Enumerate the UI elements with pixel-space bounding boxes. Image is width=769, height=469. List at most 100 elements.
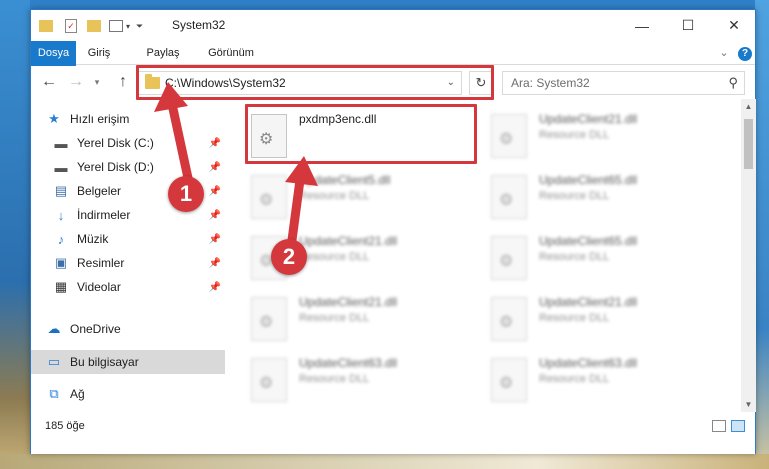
pin-icon[interactable]: 📌 (209, 282, 221, 293)
close-button[interactable]: ✕ (711, 10, 757, 41)
pictures-icon: ▣ (54, 255, 68, 270)
details-view-icon[interactable] (712, 420, 726, 432)
file-item[interactable]: UpdateClient21.dll Resource DLL (491, 293, 721, 351)
computer-icon: ▭ (47, 354, 61, 369)
file-item[interactable]: UpdateClient63.dll Resource DLL (251, 354, 481, 412)
scroll-down-icon[interactable]: ▼ (741, 397, 756, 412)
file-highlight-box (245, 104, 477, 164)
title-bar: ✓ ▾ ⏷ System32 — ☐ ✕ (31, 10, 755, 41)
pin-icon[interactable]: 📌 (209, 162, 221, 173)
tab-share[interactable]: Paylaş (140, 41, 186, 65)
dll-file-icon (491, 114, 527, 158)
scroll-up-icon[interactable]: ▲ (741, 99, 756, 114)
file-item[interactable]: UpdateClient5.dll Resource DLL (251, 171, 481, 229)
file-type: Resource DLL (539, 373, 610, 385)
file-item[interactable]: UpdateClient65.dll Resource DLL (491, 171, 721, 229)
tab-view[interactable]: Görünüm (201, 41, 261, 65)
nav-label: Ağ (70, 387, 85, 401)
vertical-scrollbar[interactable]: ▲ ▼ (741, 99, 756, 412)
file-type: Resource DLL (539, 129, 610, 141)
pin-icon[interactable]: 📌 (209, 186, 221, 197)
properties-icon[interactable]: ✓ (65, 19, 77, 33)
file-name: UpdateClient63.dll (539, 356, 638, 370)
nav-item-local-disk-d[interactable]: ▬ Yerel Disk (D:) 📌 (31, 155, 225, 179)
drive-icon: ▬ (54, 135, 68, 151)
cloud-icon: ☁ (47, 321, 61, 336)
folder-icon (39, 20, 53, 32)
back-arrow-icon[interactable]: ← (41, 74, 57, 90)
network-icon: ⧉ (49, 386, 59, 401)
file-name: UpdateClient21.dll (299, 295, 398, 309)
tab-home[interactable]: Giriş (79, 41, 119, 65)
ribbon-tabs: Dosya Giriş Paylaş Görünüm ⌄ ? (31, 41, 755, 99)
chevron-down-icon[interactable]: ▾ (126, 22, 130, 31)
nav-label: Belgeler (77, 184, 122, 198)
nav-label: OneDrive (70, 322, 121, 336)
nav-label: Bu bilgisayar (70, 355, 139, 369)
music-icon: ♪ (57, 231, 65, 247)
up-arrow-icon[interactable]: ↑ (115, 74, 131, 90)
dll-file-icon (491, 297, 527, 341)
downloads-icon: ↓ (57, 207, 65, 223)
file-item[interactable]: UpdateClient65.dll Resource DLL (491, 232, 721, 290)
pin-icon[interactable]: 📌 (209, 234, 221, 245)
desktop-background-right (755, 0, 769, 469)
pin-icon[interactable]: 📌 (209, 210, 221, 221)
help-icon-glyph: ? (738, 47, 752, 61)
nav-item-local-disk-c[interactable]: ▬ Yerel Disk (C:) 📌 (31, 131, 225, 155)
nav-label: Hızlı erişim (70, 112, 130, 126)
help-icon[interactable]: ? (737, 41, 753, 65)
view-options-icon[interactable] (109, 20, 123, 32)
new-folder-icon[interactable] (87, 20, 101, 32)
window-title: System32 (172, 18, 226, 32)
step-marker-2: 2 (271, 239, 307, 275)
star-icon: ★ (48, 111, 60, 126)
minimize-button[interactable]: — (619, 10, 665, 41)
dll-file-icon (491, 358, 527, 402)
file-name: UpdateClient21.dll (299, 234, 398, 248)
dll-file-icon (491, 236, 527, 280)
quick-access-toolbar: ✓ ▾ ⏷ (39, 17, 143, 35)
address-highlight-box (136, 65, 494, 100)
recent-locations-icon[interactable]: ▾ (89, 74, 105, 90)
nav-quick-access[interactable]: ★ Hızlı erişim (31, 107, 225, 131)
nav-label: Yerel Disk (D:) (77, 160, 154, 174)
nav-label: Videolar (77, 280, 121, 294)
desktop-background-bottom (0, 454, 769, 469)
file-name: UpdateClient21.dll (539, 295, 638, 309)
nav-item-music[interactable]: ♪ Müzik 📌 (31, 227, 225, 251)
file-type: Resource DLL (539, 190, 610, 202)
nav-onedrive[interactable]: ☁ OneDrive (31, 317, 225, 341)
large-icons-view-icon[interactable] (731, 420, 745, 432)
file-name: UpdateClient63.dll (299, 356, 398, 370)
documents-icon: ▤ (54, 183, 68, 198)
nav-item-videos[interactable]: ▦ Videolar 📌 (31, 275, 225, 299)
nav-label: Yerel Disk (C:) (77, 136, 154, 150)
pin-icon[interactable]: 📌 (209, 258, 221, 269)
forward-arrow-icon[interactable]: → (68, 74, 84, 90)
nav-item-pictures[interactable]: ▣ Resimler 📌 (31, 251, 225, 275)
file-item[interactable]: UpdateClient21.dll Resource DLL (491, 110, 721, 168)
search-input[interactable]: Ara: System32 ⚲ (502, 71, 745, 95)
maximize-button[interactable]: ☐ (665, 10, 711, 41)
nav-network[interactable]: ⧉ Ağ (31, 382, 225, 406)
nav-label: İndirmeler (77, 208, 131, 222)
file-type: Resource DLL (539, 251, 610, 263)
videos-icon: ▦ (54, 279, 68, 294)
ribbon-collapse-icon[interactable]: ⌄ (717, 41, 731, 65)
search-placeholder: Ara: System32 (511, 76, 590, 90)
file-type: Resource DLL (299, 312, 370, 324)
scroll-thumb[interactable] (744, 119, 753, 169)
item-count: 185 öğe (45, 420, 85, 432)
dll-file-icon (251, 175, 287, 219)
file-item[interactable]: UpdateClient21.dll Resource DLL (251, 293, 481, 351)
nav-this-pc[interactable]: ▭ Bu bilgisayar (31, 350, 225, 374)
file-name: UpdateClient5.dll (299, 173, 391, 187)
file-name: UpdateClient65.dll (539, 234, 638, 248)
step-marker-1: 1 (168, 176, 204, 212)
customize-toolbar-icon[interactable]: ⏷ (136, 21, 143, 32)
navigation-pane: ★ Hızlı erişim ▬ Yerel Disk (C:) 📌 ▬ Yer… (31, 99, 225, 412)
file-item[interactable]: UpdateClient63.dll Resource DLL (491, 354, 721, 412)
pin-icon[interactable]: 📌 (209, 138, 221, 149)
dll-file-icon (251, 358, 287, 402)
